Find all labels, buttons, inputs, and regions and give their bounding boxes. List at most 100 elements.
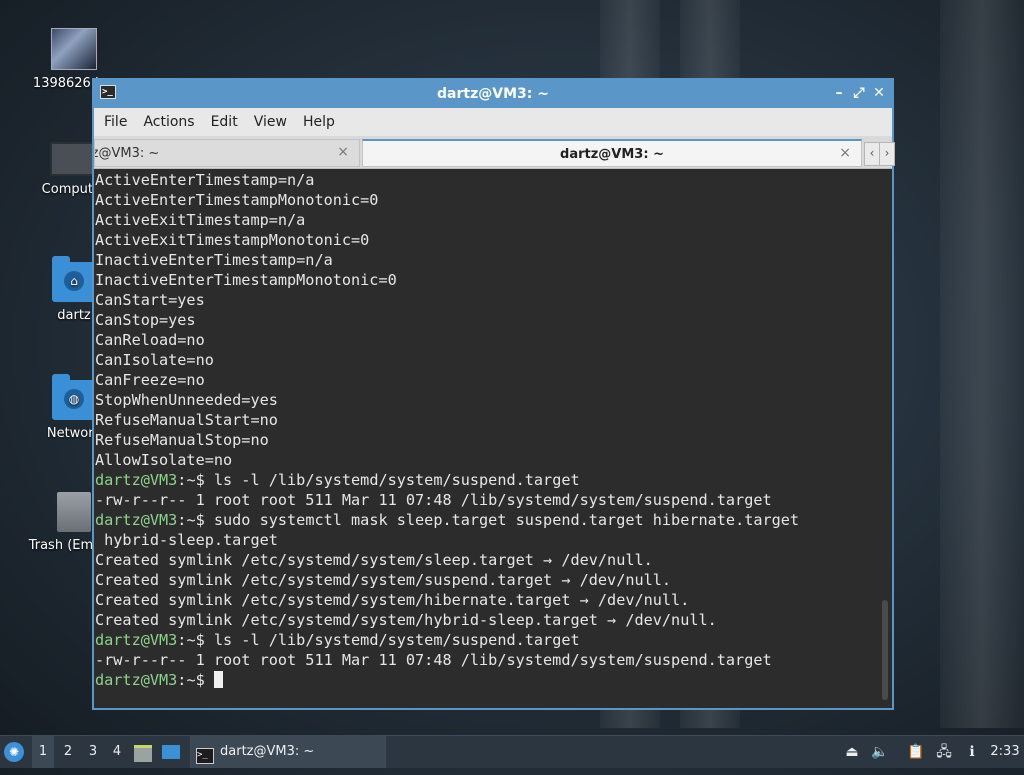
prompt-suffix: :~$ [177,631,205,649]
network-icon[interactable]: 🖧 [934,736,954,768]
line-text: RefuseManualStart=no [95,411,278,429]
terminal-line: CanStart=yes [95,290,892,310]
line-text: AllowIsolate=no [95,451,233,469]
prompt-user: dartz@VM3 [95,471,178,489]
wallpaper-stripe [940,0,1024,728]
tab-close-icon[interactable]: × [839,145,851,161]
terminal-scrollbar[interactable] [882,600,888,700]
home-folder-icon: ⌂ [52,256,96,302]
taskbar: ✺ 1 2 3 4 >_ dartz@VM3: ~ ⏏ 🔈 📋 🖧 ℹ 2:33 [0,735,1024,768]
line-text: ls -l /lib/systemd/system/suspend.target [204,631,580,649]
terminal-line: -rw-r--r-- 1 root root 511 Mar 11 07:48 … [95,650,892,670]
terminal-line: CanStop=yes [95,310,892,330]
line-text: Created symlink /etc/systemd/system/hybr… [95,611,717,629]
close-button[interactable]: ✕ [870,84,888,102]
line-text: ActiveExitTimestamp=n/a [95,211,306,229]
line-text: ActiveEnterTimestamp=n/a [95,171,315,189]
image-file-icon [51,28,97,70]
menu-help[interactable]: Help [295,114,343,130]
line-text: CanReload=no [95,331,205,349]
terminal-line: Created symlink /etc/systemd/system/hybr… [95,610,892,630]
tab-label: dartz@VM3: ~ [95,146,160,161]
workspace-2[interactable]: 2 [57,736,79,768]
line-text: StopWhenUnneeded=yes [95,391,278,409]
terminal-prompt-line: dartz@VM3:~$ [95,670,892,690]
line-text: CanFreeze=no [95,371,205,389]
show-desktop-icon[interactable] [162,736,182,768]
tab-2[interactable]: dartz@VM3: ~ × [362,139,862,167]
line-text: CanStart=yes [95,291,205,309]
menu-actions[interactable]: Actions [135,114,202,130]
lubuntu-menu-icon: ✺ [4,742,24,762]
taskbar-terminal-task[interactable]: >_ dartz@VM3: ~ [190,736,386,768]
terminal-cursor [213,671,223,688]
line-text: Created symlink /etc/systemd/system/susp… [95,571,672,589]
terminal-line: ActiveExitTimestamp=n/a [95,210,892,230]
line-text [205,671,214,689]
line-text: hybrid-sleep.target [95,531,278,549]
start-menu-button[interactable]: ✺ [4,736,28,768]
line-text: RefuseManualStop=no [95,431,269,449]
line-text: -rw-r--r-- 1 root root 511 Mar 11 07:48 … [95,491,772,509]
tab-1[interactable]: dartz@VM3: ~ × [94,139,360,167]
workspace-3[interactable]: 3 [82,736,104,768]
tab-close-icon[interactable]: × [337,144,349,160]
line-text: sudo systemctl mask sleep.target suspend… [204,511,800,529]
menu-edit[interactable]: Edit [203,114,246,130]
terminal-prompt-line: dartz@VM3:~$ sudo systemctl mask sleep.t… [95,510,892,530]
network-folder-icon: ◍ [52,374,96,420]
tab-scroll-left-icon[interactable]: ‹ [864,142,880,166]
desktop-icon-label: dartz [57,308,91,323]
prompt-user: dartz@VM3 [95,511,178,529]
clock[interactable]: 2:33 [988,736,1022,768]
prompt-user: dartz@VM3 [95,631,178,649]
terminal-line: CanIsolate=no [95,350,892,370]
terminal-output[interactable]: ActiveEnterTimestamp=n/a ActiveEnterTimes… [94,170,892,708]
terminal-line: InactiveEnterTimestampMonotonic=0 [95,270,892,290]
line-text: ls -l /lib/systemd/system/suspend.target [204,471,580,489]
terminal-line: ActiveEnterTimestampMonotonic=0 [95,190,892,210]
prompt-suffix: :~$ [177,511,205,529]
minimize-button[interactable]: – [830,84,848,102]
terminal-line: Created symlink /etc/systemd/system/hibe… [95,590,892,610]
prompt-user: dartz@VM3 [95,671,178,689]
workspace-4[interactable]: 4 [106,736,128,768]
terminal-line: AllowIsolate=no [95,450,892,470]
terminal-line: InactiveEnterTimestamp=n/a [95,250,892,270]
file-manager-icon[interactable] [134,736,154,768]
terminal-window: >_ dartz@VM3: ~ – ⤢ ✕ File Actions Edit … [92,78,895,710]
terminal-lines: ActiveEnterTimestamp=n/a ActiveEnterTimes… [94,170,892,690]
workspace-1[interactable]: 1 [32,736,54,768]
terminal-line: RefuseManualStart=no [95,410,892,430]
line-text: -rw-r--r-- 1 root root 511 Mar 11 07:48 … [95,651,772,669]
terminal-line: Created symlink /etc/systemd/system/slee… [95,550,892,570]
terminal-prompt-line: dartz@VM3:~$ ls -l /lib/systemd/system/s… [95,470,892,490]
terminal-line: ActiveExitTimestampMonotonic=0 [95,230,892,250]
line-text: CanIsolate=no [95,351,214,369]
title-bar[interactable]: >_ dartz@VM3: ~ – ⤢ ✕ [94,80,892,108]
line-text: InactiveEnterTimestamp=n/a [95,251,333,269]
eject-icon[interactable]: ⏏ [842,736,862,768]
menu-file[interactable]: File [96,114,135,130]
trash-icon [57,492,91,532]
volume-icon[interactable]: 🔈 [870,736,890,768]
tab-bar: dartz@VM3: ~ × dartz@VM3: ~ × ‹ › [94,136,895,169]
prompt-suffix: :~$ [177,471,205,489]
task-label: dartz@VM3: ~ [220,744,315,759]
tab-label: dartz@VM3: ~ [560,147,664,162]
terminal-line: Created symlink /etc/systemd/system/susp… [95,570,892,590]
terminal-line: ActiveEnterTimestamp=n/a [95,170,892,190]
terminal-line: StopWhenUnneeded=yes [95,390,892,410]
terminal-prompt-line: dartz@VM3:~$ ls -l /lib/systemd/system/s… [95,630,892,650]
computer-icon [50,142,98,176]
maximize-button[interactable]: ⤢ [850,84,868,102]
menu-view[interactable]: View [246,114,295,130]
menu-bar: File Actions Edit View Help [94,108,892,136]
clipboard-icon[interactable]: 📋 [906,736,926,768]
notification-icon[interactable]: ℹ [962,736,982,768]
window-title: dartz@VM3: ~ [437,86,549,102]
tab-scroll-right-icon[interactable]: › [879,142,895,166]
line-text: Created symlink /etc/systemd/system/hibe… [95,591,690,609]
terminal-line: -rw-r--r-- 1 root root 511 Mar 11 07:48 … [95,490,892,510]
line-text: CanStop=yes [95,311,196,329]
